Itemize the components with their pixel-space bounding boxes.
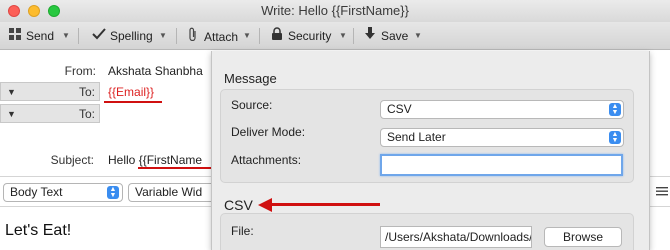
toolbar-separator [78, 28, 79, 44]
paperclip-icon [186, 27, 200, 46]
font-select[interactable]: Variable Wid [128, 183, 218, 202]
file-path-field[interactable]: /Users/Akshata/Downloads/ [380, 226, 532, 248]
attachments-label: Attachments: [231, 153, 302, 167]
to-field-2[interactable] [108, 107, 208, 121]
font-value: Variable Wid [135, 185, 203, 199]
save-arrow-icon [363, 27, 377, 45]
file-label: File: [231, 224, 254, 238]
updown-arrows-icon: ▲ ▼ [107, 186, 119, 199]
options-panel: Message Source: CSV ▲ ▼ Deliver Mode: Sen… [211, 51, 650, 250]
updown-arrows-icon: ▲ ▼ [609, 131, 621, 144]
deliver-mode-label: Deliver Mode: [231, 125, 306, 139]
subject-label: Subject: [50, 153, 94, 167]
from-field[interactable]: Akshata Shanbha [108, 64, 212, 78]
attachments-field[interactable] [380, 154, 623, 176]
to-row-1: ▼ To: [0, 82, 100, 101]
csv-section-title: CSV [224, 197, 253, 213]
toolbar-separator [259, 28, 260, 44]
send-button[interactable]: Send [8, 27, 54, 45]
message-body[interactable]: Let's Eat! [5, 222, 71, 240]
attach-button[interactable]: Attach [186, 27, 238, 45]
minimize-window-button[interactable] [28, 5, 40, 17]
justify-icon[interactable] [656, 186, 668, 201]
security-menu-caret[interactable]: ▼ [339, 27, 347, 45]
browse-button[interactable]: Browse [544, 227, 622, 247]
firstname-token: {{FirstName [138, 153, 203, 167]
spelling-check-icon [92, 27, 106, 45]
save-menu-caret[interactable]: ▼ [414, 27, 422, 45]
toolbar-separator [353, 28, 354, 44]
csv-group: File: /Users/Akshata/Downloads/ Browse [220, 213, 634, 250]
subject-text: Hello [108, 153, 139, 167]
annotation-arrow-line [270, 203, 380, 206]
source-value: CSV [387, 102, 412, 116]
to-field[interactable]: {{Email}} [108, 85, 208, 99]
compose-toolbar: Send ▼ Spelling ▼ Attach ▼ Security ▼ Sa… [0, 22, 670, 50]
send-icon [8, 27, 22, 45]
source-select[interactable]: CSV ▲ ▼ [380, 100, 624, 119]
annotation-arrow-head [258, 198, 272, 212]
firstname-token-underline [138, 167, 212, 169]
message-group: Source: CSV ▲ ▼ Deliver Mode: Send Later … [220, 89, 634, 183]
email-token: {{Email}} [108, 85, 155, 99]
save-button[interactable]: Save [363, 27, 408, 45]
send-menu-caret[interactable]: ▼ [62, 27, 70, 45]
zoom-window-button[interactable] [48, 5, 60, 17]
lock-icon [270, 27, 284, 45]
deliver-mode-value: Send Later [387, 130, 446, 144]
to-label-2: To: [78, 107, 95, 121]
deliver-mode-select[interactable]: Send Later ▲ ▼ [380, 128, 624, 147]
to-row-2: ▼ To: [0, 104, 100, 123]
window-title: Write: Hello {{FirstName}} [261, 3, 409, 18]
paragraph-style-value: Body Text [10, 185, 63, 199]
updown-arrows-icon: ▲ ▼ [609, 103, 621, 116]
spelling-button[interactable]: Spelling [92, 27, 153, 45]
paragraph-style-select[interactable]: Body Text ▲ ▼ [3, 183, 123, 202]
source-label: Source: [231, 98, 273, 112]
subject-field[interactable]: Hello {{FirstName [108, 153, 212, 167]
security-button[interactable]: Security [270, 27, 331, 45]
attach-menu-caret[interactable]: ▼ [243, 27, 251, 45]
email-token-underline [104, 101, 162, 103]
message-section-title: Message [224, 71, 277, 86]
from-label: From: [64, 64, 96, 78]
title-bar: Write: Hello {{FirstName}} [0, 0, 670, 22]
spelling-menu-caret[interactable]: ▼ [159, 27, 167, 45]
toolbar-separator [176, 28, 177, 44]
to-type-caret[interactable]: ▼ [7, 87, 16, 97]
to-label: To: [78, 85, 95, 99]
to-type-caret-2[interactable]: ▼ [7, 109, 16, 119]
close-window-button[interactable] [8, 5, 20, 17]
